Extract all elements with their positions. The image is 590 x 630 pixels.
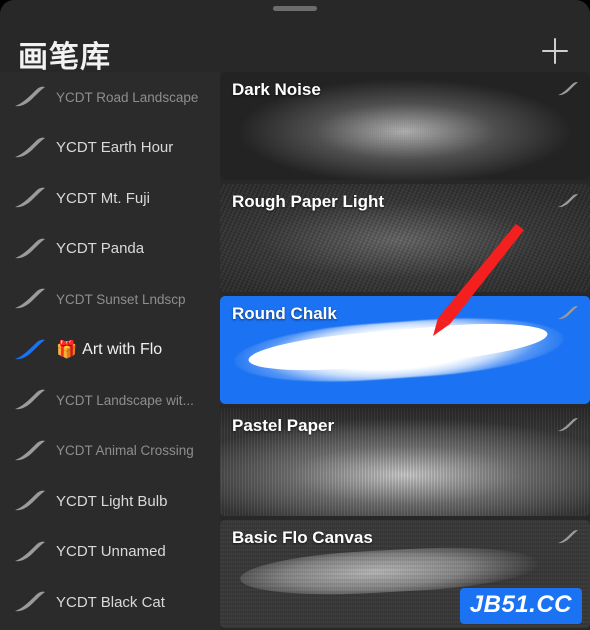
sidebar-item-label: YCDT Light Bulb	[56, 492, 168, 510]
brush-stroke-icon	[15, 440, 45, 460]
panel-header: 画笔库	[0, 14, 590, 74]
brush-stroke-icon	[12, 337, 48, 363]
brush-stroke-icon	[15, 86, 45, 107]
brush-stroke-icon	[12, 589, 48, 615]
brush-stroke-icon	[15, 339, 45, 359]
brush-name: Rough Paper Light	[232, 192, 385, 211]
brush-card-selected[interactable]: Round Chalk	[220, 296, 590, 404]
brush-stroke-icon	[12, 135, 48, 161]
sidebar-item-label: YCDT Animal Crossing	[56, 443, 194, 459]
brush-name: Round Chalk	[232, 304, 337, 323]
brush-stroke-icon	[12, 236, 48, 262]
sidebar-item[interactable]: YCDT Earth Hour	[0, 123, 220, 174]
brush-stroke-icon	[12, 438, 48, 464]
sidebar-item[interactable]: YCDT Animal Crossing	[0, 426, 220, 477]
watermark: JB51.CC	[459, 588, 582, 624]
brush-name: Dark Noise	[232, 80, 321, 99]
app-root: 画笔库 YCDT Road Landscape YCDT Earth Hour YC…	[0, 0, 590, 630]
sidebar-item-label: YCDT Road Landscape	[56, 89, 199, 105]
brush-stroke-icon	[15, 541, 45, 561]
brush-stroke-icon	[12, 286, 48, 312]
brush-stroke-icon	[12, 488, 48, 514]
brush-stroke-icon	[558, 194, 578, 208]
brush-stroke-icon	[556, 304, 580, 322]
drag-handle[interactable]	[273, 6, 317, 11]
sidebar-item[interactable]: YCDT Light Bulb	[0, 476, 220, 527]
page-title: 画笔库	[18, 41, 111, 74]
sidebar-item-label: YCDT Sunset Lndscp	[56, 291, 186, 307]
brush-name: Pastel Paper	[232, 416, 335, 435]
brush-stroke-icon	[558, 530, 578, 544]
sidebar-item-label: YCDT Black Cat	[56, 593, 165, 611]
sidebar-item[interactable]: 🎁 Art with Flo	[0, 325, 220, 376]
sidebar-item-label: YCDT Landscape wit...	[56, 392, 194, 408]
brush-library-panel: 画笔库 YCDT Road Landscape YCDT Earth Hour YC…	[0, 0, 590, 630]
gift-icon: 🎁	[56, 340, 78, 360]
brush-stroke-icon	[556, 416, 580, 434]
brush-grid[interactable]: Dark Noise Rough Paper Light Round Chalk Pa…	[220, 72, 590, 630]
plus-icon[interactable]	[542, 38, 568, 64]
sidebar-item[interactable]: YCDT Panda	[0, 224, 220, 275]
brush-stroke-icon	[12, 84, 48, 110]
brush-stroke-icon	[15, 288, 45, 309]
brush-card[interactable]: Dark Noise	[220, 72, 590, 180]
sidebar-item-label: YCDT Panda	[56, 240, 145, 258]
brush-stroke-icon	[12, 185, 48, 211]
sidebar-item[interactable]: YCDT Unnamed	[0, 527, 220, 578]
sidebar-item[interactable]: YCDT Mt. Fuji	[0, 173, 220, 224]
brush-stroke-icon	[15, 187, 45, 208]
brush-card[interactable]: Rough Paper Light	[220, 184, 590, 292]
brush-stroke-icon	[558, 306, 578, 320]
brush-stroke-icon	[558, 418, 578, 432]
brush-stroke-icon	[558, 82, 578, 96]
brush-set-list[interactable]: YCDT Road Landscape YCDT Earth Hour YCDT M…	[0, 72, 220, 630]
sidebar-item[interactable]: YCDT Black Cat	[0, 577, 220, 628]
brush-stroke-icon	[15, 137, 45, 157]
brush-stroke-icon	[556, 80, 580, 98]
brush-card[interactable]: Pastel Paper	[220, 408, 590, 516]
sidebar-item-label: YCDT Earth Hour	[56, 139, 174, 157]
sidebar-item-label: Art with Flo	[82, 340, 163, 358]
brush-stroke-icon	[556, 192, 580, 210]
sidebar-item[interactable]: YCDT Sunset Lndscp	[0, 274, 220, 325]
brush-stroke-icon	[15, 389, 45, 410]
brush-stroke-icon	[12, 539, 48, 565]
sidebar-item[interactable]: YCDT Landscape wit...	[0, 375, 220, 426]
sidebar-item-label: YCDT Unnamed	[56, 543, 166, 561]
brush-stroke-icon	[12, 387, 48, 413]
brush-stroke-icon	[556, 528, 580, 546]
brush-name: Basic Flo Canvas	[232, 528, 373, 547]
brush-stroke-icon	[15, 591, 45, 612]
brush-stroke-icon	[15, 490, 45, 511]
brush-stroke-icon	[15, 238, 45, 258]
sidebar-item[interactable]: YCDT Road Landscape	[0, 72, 220, 123]
sidebar-item-label: YCDT Mt. Fuji	[56, 189, 150, 207]
